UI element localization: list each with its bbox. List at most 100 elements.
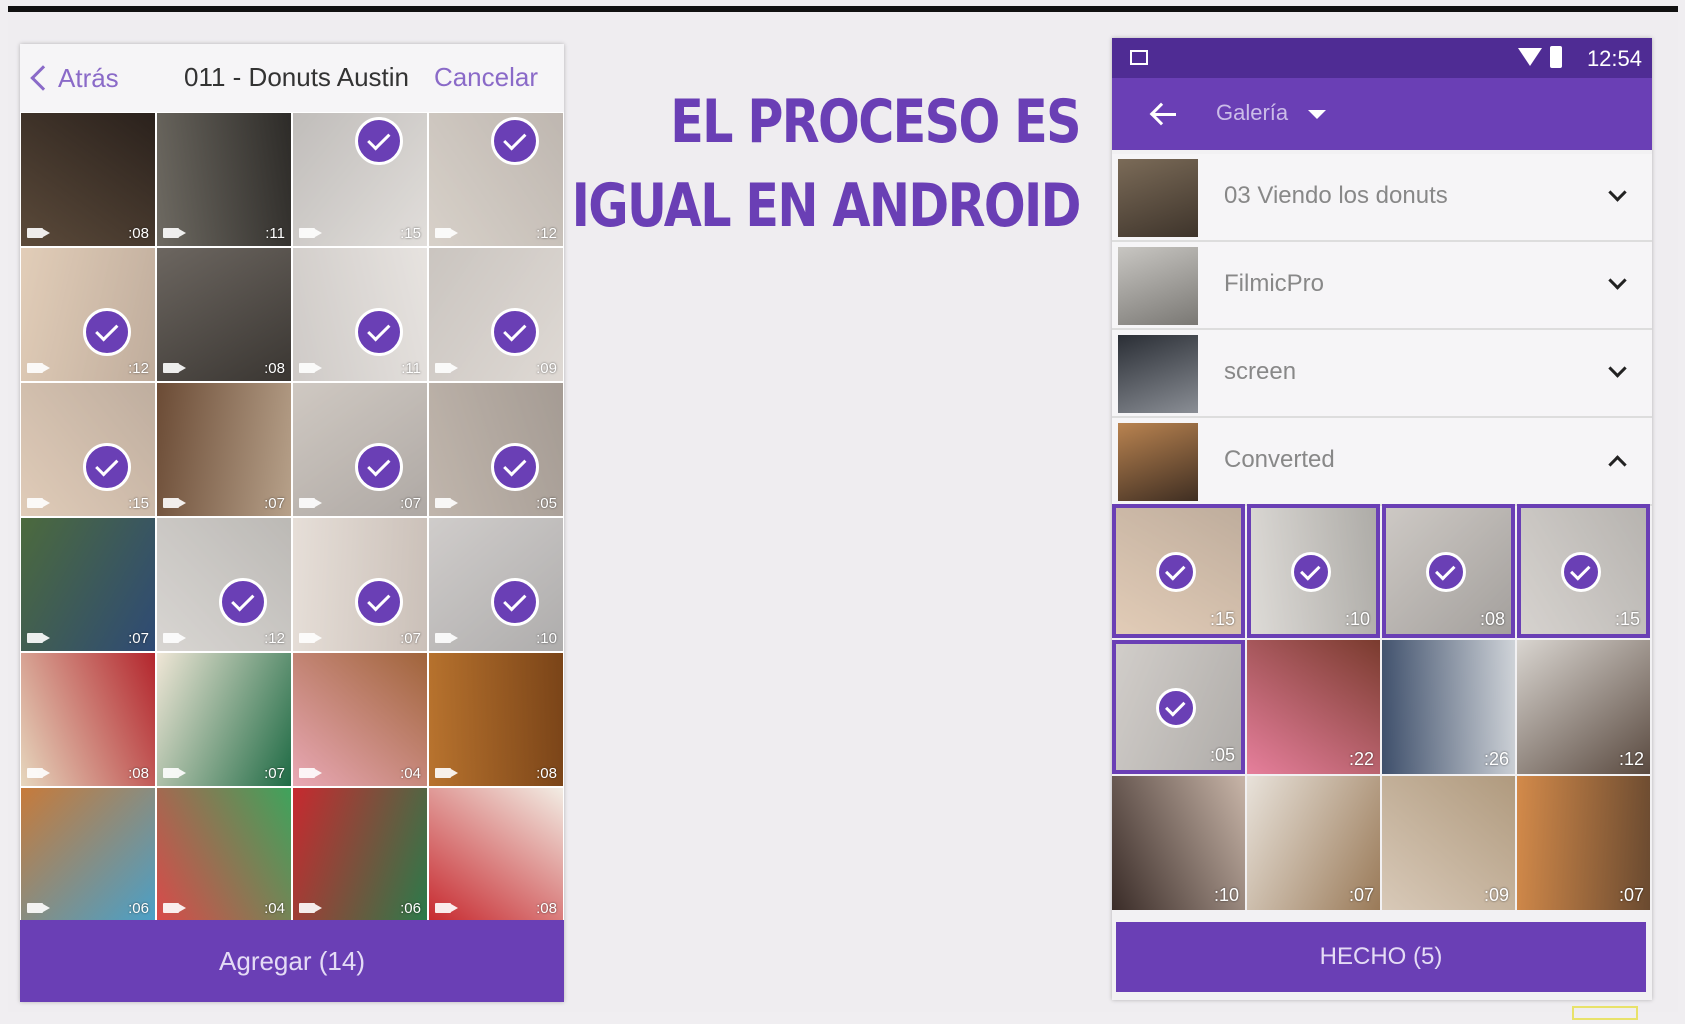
status-time: 12:54 bbox=[1586, 46, 1642, 71]
video-camera-icon bbox=[435, 228, 458, 238]
video-tile[interactable]: :12 bbox=[428, 112, 564, 247]
video-tile[interactable]: :07 bbox=[20, 517, 156, 652]
video-camera-icon bbox=[435, 633, 458, 643]
checkmark-icon bbox=[491, 443, 539, 491]
video-duration: :07 bbox=[400, 630, 421, 647]
chevron-up-icon[interactable] bbox=[1608, 455, 1627, 474]
video-camera-icon bbox=[435, 903, 458, 913]
cancel-button[interactable]: Cancelar bbox=[434, 62, 538, 93]
video-tile[interactable]: :15 bbox=[1517, 504, 1650, 638]
video-tile[interactable]: :10 bbox=[1112, 776, 1245, 910]
checkmark-icon bbox=[219, 578, 267, 626]
video-duration: :07 bbox=[264, 495, 285, 512]
video-tile[interactable]: :07 bbox=[156, 652, 292, 787]
video-tile[interactable]: :09 bbox=[428, 247, 564, 382]
folder-thumbnail bbox=[1118, 423, 1198, 501]
folder-row[interactable]: FilmicPro bbox=[1112, 242, 1652, 330]
video-duration: :07 bbox=[1618, 885, 1644, 905]
checkmark-icon bbox=[1426, 552, 1466, 592]
video-tile[interactable]: :15 bbox=[1112, 504, 1245, 638]
video-tile[interactable]: :26 bbox=[1382, 640, 1515, 774]
done-button[interactable]: HECHO (5) bbox=[1116, 922, 1646, 992]
video-camera-icon bbox=[435, 768, 458, 778]
video-tile[interactable]: :10 bbox=[428, 517, 564, 652]
video-tile[interactable]: :07 bbox=[292, 382, 428, 517]
video-camera-icon bbox=[27, 768, 50, 778]
video-tile[interactable]: :07 bbox=[1247, 776, 1380, 910]
ios-video-grid: :08:11:15:12:12:08:11:09:15:07:07:05:07:… bbox=[20, 112, 564, 920]
video-tile[interactable]: :08 bbox=[20, 112, 156, 247]
video-camera-icon bbox=[435, 498, 458, 508]
video-duration: :26 bbox=[1483, 749, 1509, 769]
video-tile[interactable]: :08 bbox=[156, 247, 292, 382]
checkmark-icon bbox=[491, 578, 539, 626]
back-label: Atrás bbox=[58, 62, 119, 93]
folder-row[interactable]: 03 Viendo los donuts bbox=[1112, 154, 1652, 242]
video-tile[interactable]: :08 bbox=[428, 652, 564, 787]
video-tile[interactable]: :07 bbox=[292, 517, 428, 652]
video-duration: :15 bbox=[128, 495, 149, 512]
video-tile[interactable]: :09 bbox=[1382, 776, 1515, 910]
video-duration: :08 bbox=[264, 360, 285, 377]
video-camera-icon bbox=[163, 363, 186, 373]
arrow-back-icon[interactable] bbox=[1150, 102, 1176, 126]
video-tile[interactable]: :04 bbox=[292, 652, 428, 787]
video-tile[interactable]: :07 bbox=[156, 382, 292, 517]
folder-name: Converted bbox=[1224, 446, 1335, 473]
video-tile[interactable]: :10 bbox=[1247, 504, 1380, 638]
gallery-dropdown-label[interactable]: Galería bbox=[1216, 100, 1288, 126]
video-tile[interactable]: :11 bbox=[292, 247, 428, 382]
folder-thumbnail bbox=[1118, 247, 1198, 325]
video-tile[interactable]: :15 bbox=[20, 382, 156, 517]
checkmark-icon bbox=[1156, 688, 1196, 728]
battery-icon bbox=[1550, 46, 1562, 68]
video-tile[interactable]: :07 bbox=[1517, 776, 1650, 910]
checkmark-icon bbox=[355, 578, 403, 626]
video-tile[interactable]: :06 bbox=[20, 787, 156, 920]
video-tile[interactable]: :12 bbox=[1517, 640, 1650, 774]
chevron-down-icon[interactable] bbox=[1608, 359, 1627, 378]
ios-picker-panel: Atrás 011 - Donuts Austin Cancelar :08:1… bbox=[20, 44, 564, 1002]
video-duration: :05 bbox=[1209, 745, 1235, 765]
folder-thumbnail bbox=[1118, 159, 1198, 237]
video-tile[interactable]: :04 bbox=[156, 787, 292, 920]
chevron-down-icon[interactable] bbox=[1608, 183, 1627, 202]
video-tile[interactable]: :05 bbox=[428, 382, 564, 517]
video-camera-icon bbox=[299, 633, 322, 643]
headline-line-2: IGUAL EN ANDROID bbox=[571, 171, 1082, 241]
video-tile[interactable]: :12 bbox=[20, 247, 156, 382]
video-duration: :08 bbox=[536, 765, 557, 782]
video-duration: :04 bbox=[264, 900, 285, 917]
caret-down-icon[interactable] bbox=[1308, 110, 1326, 119]
add-button[interactable]: Agregar (14) bbox=[20, 920, 564, 1002]
folder-row[interactable]: Converted bbox=[1112, 418, 1652, 506]
video-tile[interactable]: :08 bbox=[428, 787, 564, 920]
video-tile[interactable]: :06 bbox=[292, 787, 428, 920]
video-tile[interactable]: :15 bbox=[292, 112, 428, 247]
video-tile[interactable]: :08 bbox=[20, 652, 156, 787]
wifi-icon bbox=[1518, 48, 1542, 66]
video-camera-icon bbox=[299, 768, 322, 778]
checkmark-icon bbox=[491, 117, 539, 165]
video-duration: :15 bbox=[1614, 609, 1640, 629]
video-camera-icon bbox=[163, 633, 186, 643]
video-tile[interactable]: :08 bbox=[1382, 504, 1515, 638]
video-tile[interactable]: :22 bbox=[1247, 640, 1380, 774]
headline-line-1: EL PROCESO ES bbox=[670, 87, 1081, 157]
back-button[interactable]: Atrás bbox=[30, 58, 119, 98]
image-notification-icon bbox=[1130, 50, 1148, 65]
video-tile[interactable]: :05 bbox=[1112, 640, 1245, 774]
video-tile[interactable]: :12 bbox=[156, 517, 292, 652]
video-duration: :07 bbox=[400, 495, 421, 512]
video-duration: :10 bbox=[1213, 885, 1239, 905]
video-tile[interactable]: :11 bbox=[156, 112, 292, 247]
album-title: 011 - Donuts Austin bbox=[184, 62, 409, 92]
video-duration: :07 bbox=[264, 765, 285, 782]
video-duration: :12 bbox=[1618, 749, 1644, 769]
folder-row[interactable]: screen bbox=[1112, 330, 1652, 418]
video-duration: :15 bbox=[1209, 609, 1235, 629]
video-camera-icon bbox=[299, 228, 322, 238]
chevron-down-icon[interactable] bbox=[1608, 271, 1627, 290]
video-camera-icon bbox=[27, 228, 50, 238]
folder-name: FilmicPro bbox=[1224, 270, 1324, 297]
